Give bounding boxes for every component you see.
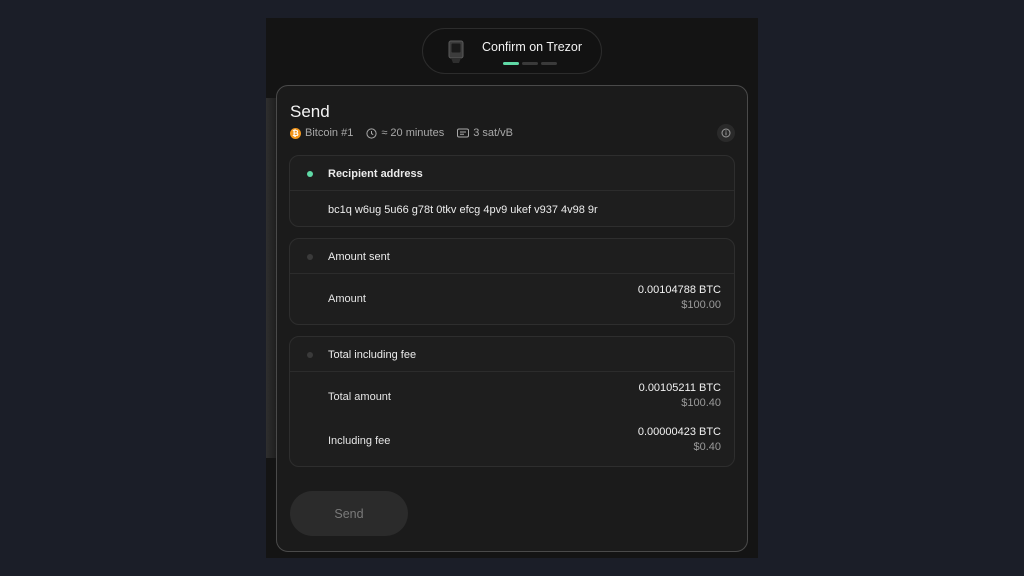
send-modal: Confirm on Trezor Send ₿ Bitcoin #1 ≈ 20… <box>266 18 758 558</box>
send-button[interactable]: Send <box>290 491 408 536</box>
page-title: Send <box>290 102 330 121</box>
recipient-title: Recipient address <box>328 168 423 180</box>
recipient-header: Recipient address <box>290 156 734 191</box>
fee-row: Including fee 0.00000423 BTC $0.40 <box>290 418 734 462</box>
transaction-meta: ₿ Bitcoin #1 ≈ 20 minutes 3 sat/vB <box>290 127 526 139</box>
amount-label: Amount <box>328 293 366 305</box>
confirm-progress <box>503 62 557 65</box>
fee-rate: 3 sat/vB <box>457 127 513 139</box>
send-card: Send ₿ Bitcoin #1 ≈ 20 minutes 3 sat/vB <box>276 85 748 552</box>
account-name: Bitcoin #1 <box>305 127 354 139</box>
fee-fiat: $0.40 <box>693 441 721 453</box>
total-title: Total including fee <box>328 349 417 361</box>
fee-label: Including fee <box>328 435 391 447</box>
amount-sent-section: Amount sent Amount 0.00104788 BTC $100.0… <box>289 238 735 325</box>
progress-step-1 <box>503 62 519 65</box>
confirm-on-device-pill: Confirm on Trezor <box>422 28 602 74</box>
recipient-section: Recipient address bc1q w6ug 5u66 g78t 0t… <box>289 155 735 227</box>
recipient-row: bc1q w6ug 5u66 g78t 0tkv efcg 4pv9 ukef … <box>290 191 734 227</box>
progress-step-3 <box>541 62 557 65</box>
total-amount-label: Total amount <box>328 391 391 403</box>
confirm-label: Confirm on Trezor <box>482 40 583 54</box>
info-button[interactable] <box>717 124 735 142</box>
recipient-address: bc1q w6ug 5u66 g78t 0tkv efcg 4pv9 ukef … <box>328 204 598 216</box>
total-section: Total including fee Total amount 0.00105… <box>289 336 735 467</box>
step-indicator <box>307 352 313 358</box>
total-fiat: $100.40 <box>681 397 721 409</box>
fee-btc: 0.00000423 BTC <box>637 426 721 438</box>
amount-row: Amount 0.00104788 BTC $100.00 <box>290 274 734 325</box>
fee-values: 0.00000423 BTC $0.40 <box>638 426 721 453</box>
step-indicator <box>307 254 313 260</box>
info-icon <box>721 128 731 138</box>
clock-icon <box>366 127 377 139</box>
amount-btc: 0.00104788 BTC <box>637 284 721 296</box>
fee-rate-value: 3 sat/vB <box>473 127 513 139</box>
total-btc: 0.00105211 BTC <box>638 382 721 394</box>
bitcoin-icon: ₿ <box>290 127 301 139</box>
step-indicator-active <box>307 171 313 177</box>
time-value: ≈ 20 minutes <box>381 127 445 139</box>
trezor-device-icon <box>448 40 464 64</box>
amount-fiat: $100.00 <box>681 299 721 311</box>
fee-icon <box>457 128 470 138</box>
account-info: ₿ Bitcoin #1 <box>290 127 353 139</box>
total-amount-values: 0.00105211 BTC $100.40 <box>639 382 721 409</box>
time-estimate: ≈ 20 minutes <box>366 127 444 139</box>
total-amount-row: Total amount 0.00105211 BTC $100.40 <box>290 372 734 418</box>
amount-sent-title: Amount sent <box>328 251 390 263</box>
amount-values: 0.00104788 BTC $100.00 <box>638 284 721 311</box>
progress-step-2 <box>522 62 538 65</box>
amount-sent-header: Amount sent <box>290 239 734 274</box>
total-header: Total including fee <box>290 337 734 372</box>
